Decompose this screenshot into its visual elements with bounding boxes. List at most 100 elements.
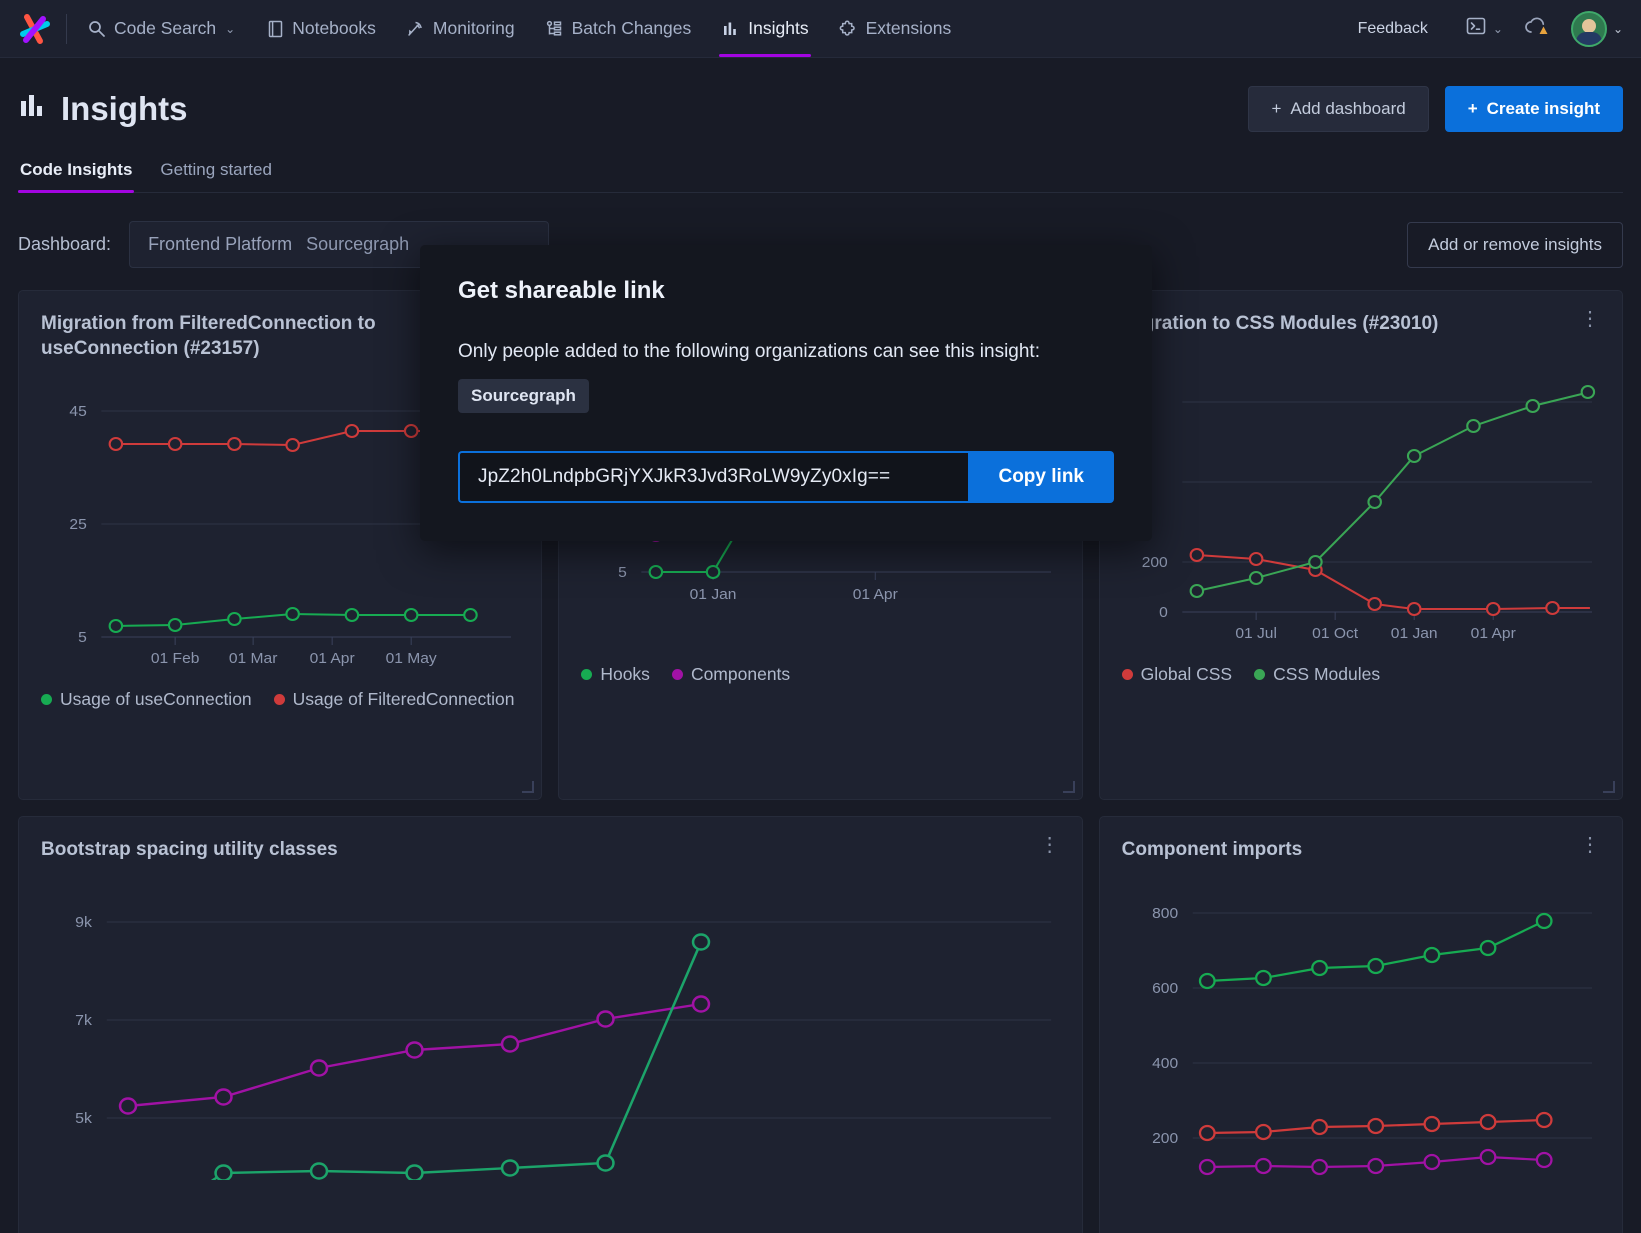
monitoring-icon (406, 19, 425, 38)
svg-text:01 Jul: 01 Jul (1235, 625, 1277, 642)
series-green (1198, 912, 1553, 990)
svg-text:01 Mar: 01 Mar (229, 650, 278, 667)
dashboard-actions: Add or remove insights (1407, 221, 1623, 268)
legend-item[interactable]: Usage of useConnection (41, 689, 252, 710)
card-title: Component imports (1121, 839, 1303, 860)
chart-canvas: 9k 7k 5k (41, 880, 1060, 1181)
add-dashboard-label: Add dashboard (1290, 99, 1406, 118)
legend-item[interactable]: CSS Modules (1254, 664, 1380, 685)
card-menu-icon[interactable]: ⋮ (1580, 309, 1600, 329)
nav-item-monitoring[interactable]: Monitoring (404, 0, 517, 57)
svg-text:9k: 9k (75, 914, 92, 930)
nav-right-actions: Feedback ⌄ ⌄ (1341, 10, 1623, 48)
get-shareable-link-modal: Get shareable link Only people added to … (420, 245, 1152, 541)
series-red (1198, 1111, 1553, 1142)
nav-item-code-search[interactable]: Code Search ⌄ (85, 0, 237, 57)
card-header: Migration to CSS Modules (#23010) ⋮ (1121, 309, 1600, 336)
tab-getting-started[interactable]: Getting started (158, 154, 274, 192)
card-menu-icon[interactable]: ⋮ (1040, 835, 1060, 855)
legend-label: CSS Modules (1273, 664, 1381, 685)
page-title: Insights (18, 90, 188, 128)
series-css-modules (1189, 385, 1595, 599)
legend-label: Global CSS (1140, 664, 1233, 685)
svg-text:01 May: 01 May (386, 650, 437, 667)
card-resize-handle[interactable] (1602, 781, 1615, 793)
svg-text:5: 5 (618, 564, 627, 581)
modal-description: Only people added to the following organ… (458, 341, 1040, 362)
svg-text:5: 5 (78, 629, 87, 646)
insight-card-css-modules[interactable]: Migration to CSS Modules (#23010) ⋮ 200 … (1098, 290, 1623, 800)
create-insight-button[interactable]: + Create insight (1444, 86, 1623, 132)
legend-dot (1254, 669, 1266, 681)
notebook-icon (265, 19, 284, 38)
primary-nav-items: Code Search ⌄ Notebooks Monitoring Batch… (85, 0, 953, 57)
terminal-menu-button[interactable]: ⌄ (1465, 15, 1503, 42)
nav-divider (66, 13, 67, 44)
svg-text:01 Oct: 01 Oct (1312, 625, 1359, 642)
series-teal (210, 933, 711, 1181)
y-axis-labels: 200 0 (1141, 554, 1167, 621)
nav-label: Notebooks (292, 18, 376, 38)
tab-code-insights[interactable]: Code Insights (18, 154, 135, 193)
legend-item[interactable]: Usage of FilteredConnection (273, 689, 515, 710)
legend-dot (581, 669, 593, 681)
nav-item-notebooks[interactable]: Notebooks (263, 0, 378, 57)
legend-label: Usage of FilteredConnection (292, 689, 515, 710)
y-axis-labels: 800 600 400 200 (1152, 905, 1178, 1147)
modal-title: Get shareable link (458, 277, 665, 304)
card-header: Component imports ⋮ (1121, 835, 1600, 862)
x-axis-ticks: 01 Jan 01 Apr (690, 572, 898, 603)
svg-text:7k: 7k (75, 1012, 92, 1028)
chevron-down-icon: ⌄ (1612, 21, 1623, 36)
nav-label: Batch Changes (571, 18, 692, 38)
insights-page: Insights + Add dashboard + Create insigh… (0, 58, 1641, 1233)
extensions-icon (839, 19, 858, 38)
add-or-remove-insights-button[interactable]: Add or remove insights (1407, 221, 1623, 268)
svg-text:01 Apr: 01 Apr (1470, 625, 1515, 642)
x-axis-ticks: 01 Feb 01 Mar 01 Apr 01 May (151, 637, 437, 667)
dashboard-selected-name: Frontend Platform (148, 234, 293, 254)
legend-item[interactable]: Components (671, 664, 790, 685)
y-axis-labels: 9k 7k 5k (75, 914, 92, 1126)
svg-text:01 Jan: 01 Jan (1390, 625, 1437, 642)
top-navigation-bar: Code Search ⌄ Notebooks Monitoring Batch… (0, 0, 1641, 58)
legend-dot (41, 694, 52, 706)
series-magenta (118, 995, 711, 1115)
svg-text:01 Feb: 01 Feb (151, 650, 200, 667)
insight-card-bootstrap-spacing[interactable]: Bootstrap spacing utility classes ⋮ 9k 7… (18, 816, 1083, 1233)
plus-icon: + (1271, 99, 1282, 118)
nav-item-extensions[interactable]: Extensions (837, 0, 954, 57)
svg-text:200: 200 (1152, 1130, 1178, 1147)
sourcegraph-logo-icon[interactable] (18, 12, 52, 46)
card-resize-handle[interactable] (1062, 781, 1075, 793)
legend-item[interactable]: Global CSS (1121, 664, 1233, 685)
card-title: Bootstrap spacing utility classes (41, 839, 338, 860)
nav-item-insights[interactable]: Insights (719, 0, 811, 57)
svg-text:45: 45 (69, 403, 86, 420)
nav-item-batch-changes[interactable]: Batch Changes (543, 0, 694, 57)
card-menu-icon[interactable]: ⋮ (1580, 835, 1600, 855)
cloud-status-button[interactable] (1523, 14, 1551, 43)
legend-item[interactable]: Hooks (581, 664, 650, 685)
insights-icon (721, 19, 740, 38)
svg-text:01 Jan: 01 Jan (690, 586, 737, 603)
legend-dot (671, 669, 683, 681)
organization-chip: Sourcegraph (458, 379, 589, 413)
create-insight-label: Create insight (1486, 99, 1600, 118)
page-header-actions: + Add dashboard + Create insight (1248, 86, 1623, 132)
card-title: Migration to CSS Modules (#23010) (1121, 313, 1439, 334)
card-header: Bootstrap spacing utility classes ⋮ (41, 835, 1060, 862)
copy-link-button[interactable]: Copy link (968, 451, 1114, 503)
svg-text:5k: 5k (75, 1110, 92, 1126)
dashboard-label: Dashboard: (18, 234, 112, 254)
user-menu-button[interactable]: ⌄ (1570, 10, 1623, 47)
legend-label: Hooks (600, 664, 650, 685)
card-resize-handle[interactable] (522, 781, 535, 793)
add-dashboard-button[interactable]: + Add dashboard (1248, 86, 1429, 132)
insight-card-component-imports[interactable]: Component imports ⋮ 800 600 400 200 (1098, 816, 1623, 1233)
series-magenta (1198, 1148, 1553, 1176)
shareable-link-input[interactable] (458, 451, 969, 503)
feedback-button[interactable]: Feedback (1341, 10, 1445, 48)
legend-dot (1121, 669, 1133, 681)
chart-legend: Global CSS CSS Modules (1121, 664, 1600, 685)
